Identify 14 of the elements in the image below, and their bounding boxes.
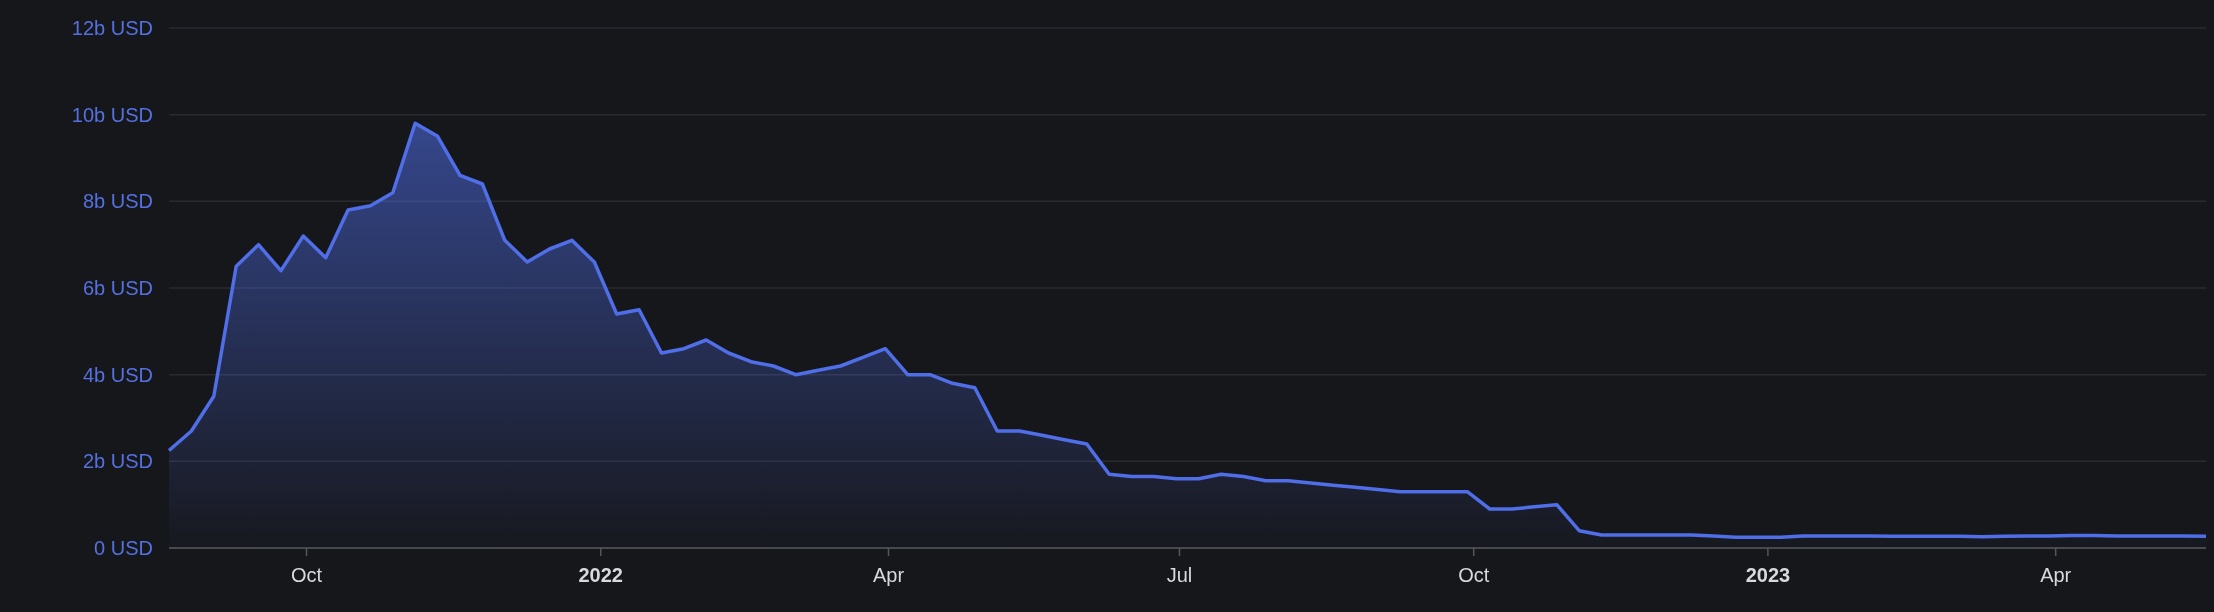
x-axis-label: Apr <box>2040 564 2072 586</box>
x-axis-label: Oct <box>1458 564 1490 586</box>
x-axis-label: Jul <box>1166 564 1193 586</box>
y-axis-label: 12b USD <box>71 17 153 39</box>
y-axis-label: 4b USD <box>82 363 153 386</box>
x-axis-label: Apr <box>872 564 905 586</box>
y-axis-label: 8b USD <box>82 190 153 213</box>
y-axis-label: 2b USD <box>82 450 153 473</box>
y-axis-label: 10b USD <box>71 103 153 126</box>
x-axis-label: Oct <box>290 564 323 586</box>
y-axis-label: 0 USD <box>94 537 153 559</box>
y-axis-label: 6b USD <box>82 277 153 299</box>
x-axis-label: 2022 <box>578 564 623 586</box>
x-axis-label: 2023 <box>1745 564 1791 586</box>
